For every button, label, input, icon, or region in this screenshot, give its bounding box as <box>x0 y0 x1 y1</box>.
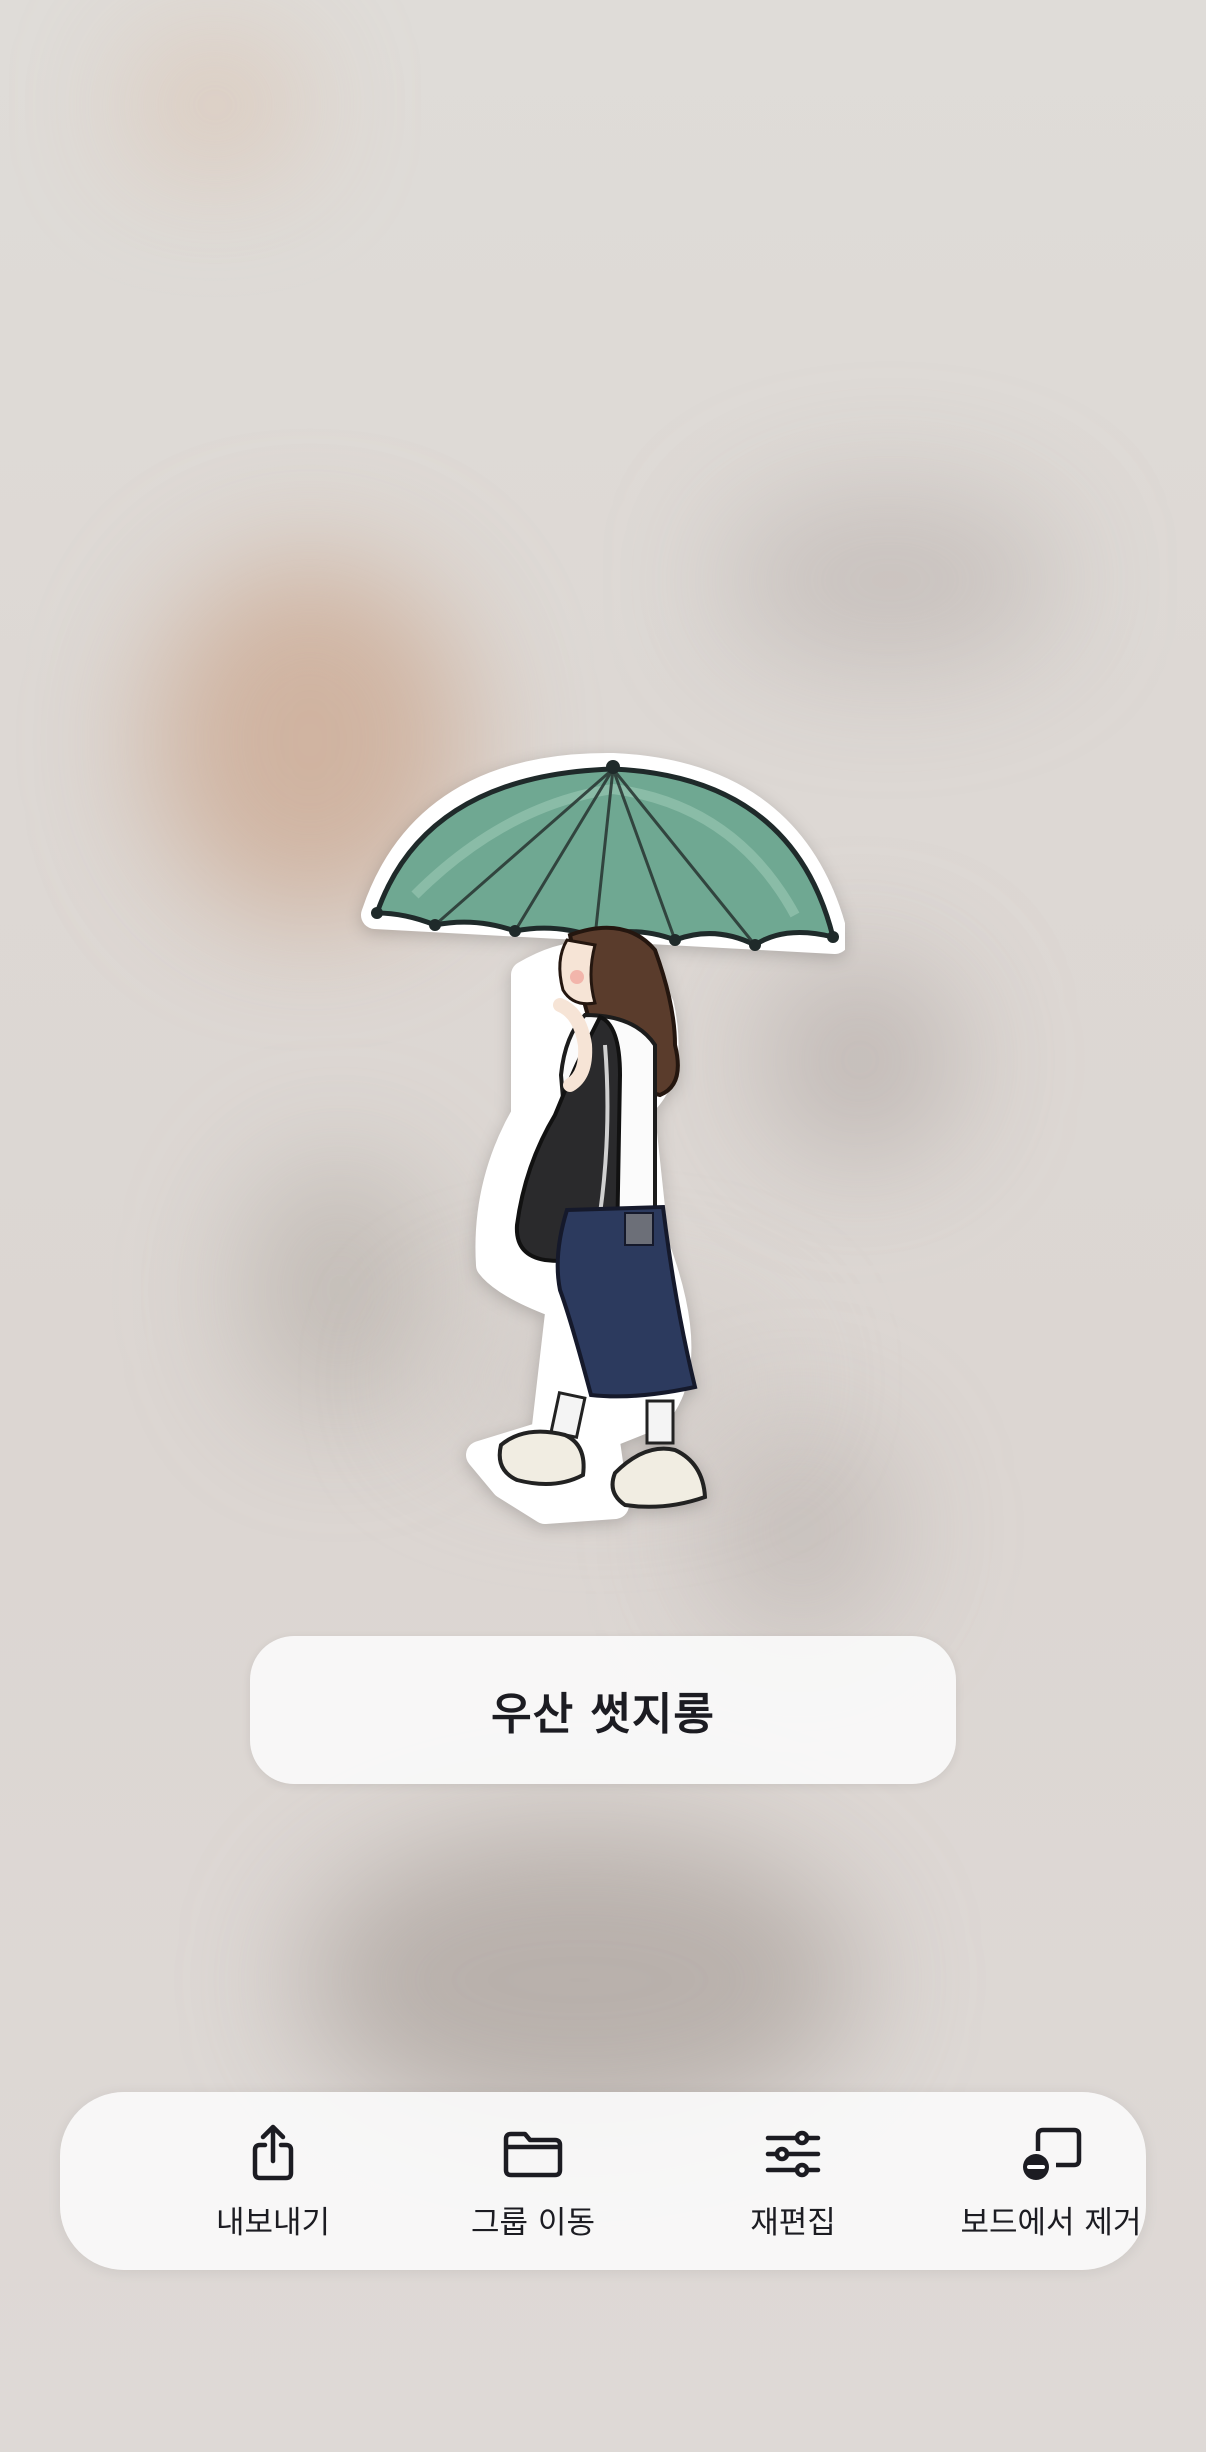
sticker-name-label: 우산 썻지롱 <box>491 1689 715 1740</box>
export-label: 내보내기 <box>215 2204 331 2241</box>
girl-with-umbrella-illustration <box>361 752 845 1524</box>
move-group-button[interactable]: 그룹 이동 <box>408 2092 658 2270</box>
action-toolbar: 내보내기 그룹 이동 재편집 보드에서 제거 <box>60 2092 1146 2270</box>
move-group-label: 그룹 이동 <box>471 2204 595 2241</box>
sticker-name-button[interactable]: 우산 썻지롱 <box>250 1636 956 1784</box>
remove-from-board-label: 보드에서 제거 <box>960 2204 1142 2241</box>
share-icon <box>252 2124 294 2180</box>
re-edit-button[interactable]: 재편집 <box>668 2092 918 2270</box>
remove-from-board-button[interactable]: 보드에서 제거 <box>926 2092 1176 2270</box>
sliders-icon <box>765 2130 821 2177</box>
remove-from-board-icon <box>1023 2127 1082 2180</box>
folder-icon <box>503 2131 563 2177</box>
sticker-image[interactable] <box>355 745 845 1545</box>
re-edit-label: 재편집 <box>750 2204 836 2241</box>
export-button[interactable]: 내보내기 <box>148 2092 398 2270</box>
